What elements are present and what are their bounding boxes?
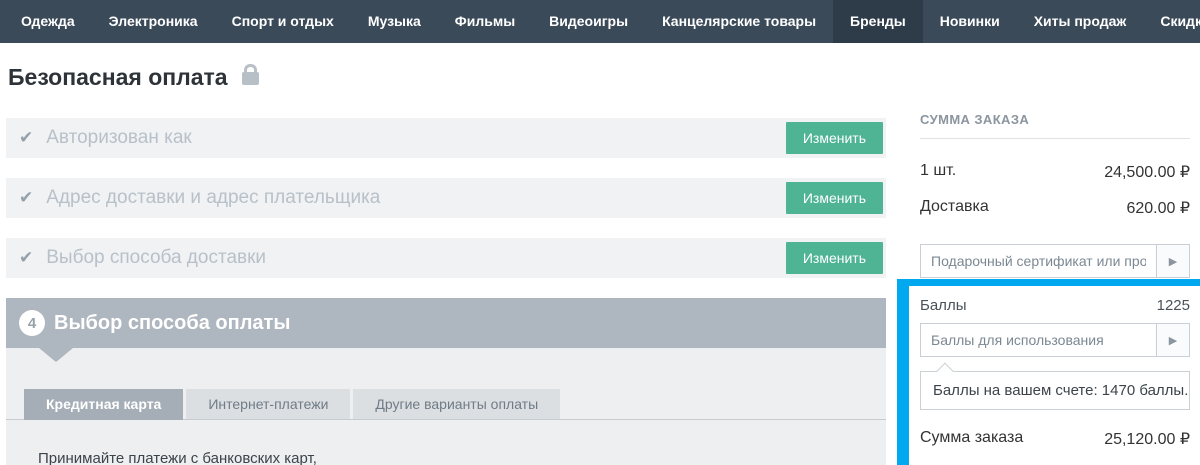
points-label: Баллы	[920, 297, 966, 314]
divider	[920, 138, 1190, 139]
page-title: Безопасная оплата	[8, 64, 228, 91]
lock-icon	[242, 72, 259, 85]
checkout-main: Безопасная оплата ✔ Авторизован как Изме…	[6, 43, 886, 465]
nav-item-movies[interactable]: Фильмы	[438, 0, 532, 43]
tab-other-payment-options[interactable]: Другие варианты оплаты	[353, 389, 560, 419]
nav-item-music[interactable]: Музыка	[351, 0, 438, 43]
change-address-button[interactable]: Изменить	[786, 182, 883, 214]
credit-card-intro-text: Принимайте платежи с банковских карт,	[38, 450, 886, 465]
nav-item-video-games[interactable]: Видеоигры	[532, 0, 645, 43]
payment-method-panel: Кредитная карта Интернет-платежи Другие …	[6, 348, 886, 465]
step-label: Адрес доставки и адрес плательщика	[46, 187, 380, 209]
gift-certificate-submit-button[interactable]: ▶	[1156, 245, 1189, 277]
check-icon: ✔	[19, 248, 33, 268]
nav-item-bestsellers[interactable]: Хиты продаж	[1017, 0, 1144, 43]
summary-row-value: 620.00 ₽	[1126, 198, 1190, 218]
page-title-row: Безопасная оплата	[8, 64, 886, 91]
tooltip-notch	[937, 363, 954, 380]
nav-item-clothing[interactable]: Одежда	[4, 0, 92, 43]
check-icon: ✔	[19, 128, 33, 148]
gift-certificate-input[interactable]	[921, 245, 1156, 277]
order-total-label: Сумма заказа	[920, 429, 1023, 449]
submit-arrow-icon: ▶	[1169, 334, 1177, 347]
points-submit-button[interactable]: ▶	[1156, 324, 1189, 356]
order-total-row: Сумма заказа 25,120.00 ₽	[920, 429, 1190, 449]
step-banner-title: Выбор способа оплаты	[54, 312, 290, 335]
tab-internet-payments[interactable]: Интернет-платежи	[186, 389, 350, 419]
step-row-delivery-method: ✔ Выбор способа доставки Изменить	[6, 238, 886, 278]
step-number-badge: 4	[19, 310, 45, 336]
nav-item-new-arrivals[interactable]: Новинки	[923, 0, 1017, 43]
highlight-overlay-left	[897, 279, 909, 465]
points-value: 1225	[1157, 297, 1190, 314]
points-to-use-input[interactable]	[921, 324, 1156, 356]
checkout-steps: ✔ Авторизован как Изменить ✔ Адрес доста…	[6, 118, 886, 278]
change-delivery-button[interactable]: Изменить	[786, 242, 883, 274]
nav-item-stationery[interactable]: Канцелярские товары	[645, 0, 833, 43]
step-row-addresses: ✔ Адрес доставки и адрес плательщика Изм…	[6, 178, 886, 218]
points-field-group: ▶	[920, 323, 1190, 357]
points-balance-row: Баллы 1225	[920, 297, 1190, 314]
points-balance-note: Баллы на вашем счете: 1470 баллы.	[933, 382, 1188, 399]
summary-row-label: 1 шт.	[920, 162, 956, 182]
banner-pointer-arrow	[39, 348, 73, 362]
step-label: Выбор способа доставки	[46, 247, 266, 269]
highlight-overlay-top	[897, 279, 1200, 286]
points-balance-tooltip: Баллы на вашем счете: 1470 баллы.	[920, 371, 1190, 410]
check-icon: ✔	[19, 188, 33, 208]
step-row-authorized-as: ✔ Авторизован как Изменить	[6, 118, 886, 158]
gift-certificate-field-group: ▶	[920, 244, 1190, 278]
nav-item-brands[interactable]: Бренды	[833, 0, 923, 43]
tab-credit-card[interactable]: Кредитная карта	[24, 389, 183, 420]
order-summary-sidebar: СУММА ЗАКАЗА 1 шт. 24,500.00 ₽ Доставка …	[920, 43, 1190, 449]
nav-item-electronics[interactable]: Электроника	[92, 0, 215, 43]
summary-row-delivery: Доставка 620.00 ₽	[920, 198, 1190, 218]
order-total-value: 25,120.00 ₽	[1104, 429, 1190, 449]
summary-row-value: 24,500.00 ₽	[1104, 162, 1190, 182]
summary-row-items: 1 шт. 24,500.00 ₽	[920, 162, 1190, 182]
submit-arrow-icon: ▶	[1169, 255, 1177, 268]
step-label: Авторизован как	[46, 127, 191, 149]
top-nav: Одежда Электроника Спорт и отдых Музыка …	[0, 0, 1200, 43]
payment-tabs: Кредитная карта Интернет-платежи Другие …	[6, 389, 886, 420]
nav-item-discounts[interactable]: Скидки	[1143, 0, 1200, 43]
change-authorized-button[interactable]: Изменить	[786, 122, 883, 154]
nav-item-sports-leisure[interactable]: Спорт и отдых	[215, 0, 351, 43]
payment-method-step-banner: 4 Выбор способа оплаты	[6, 298, 886, 348]
order-summary-header: СУММА ЗАКАЗА	[920, 112, 1190, 127]
summary-row-label: Доставка	[920, 198, 989, 218]
